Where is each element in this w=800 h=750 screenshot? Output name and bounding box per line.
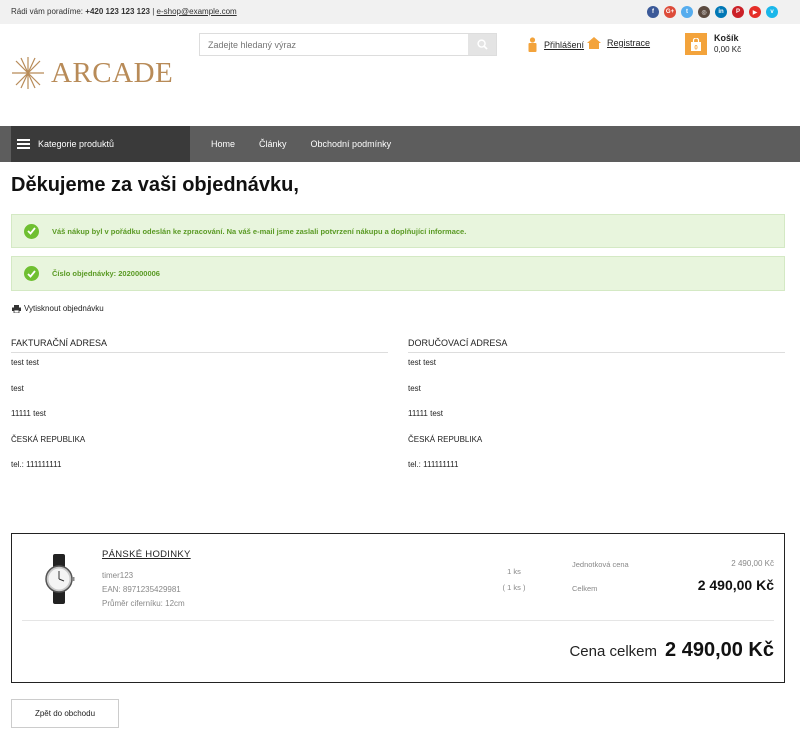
grand-total-label: Cena celkem bbox=[569, 643, 658, 660]
product-ean: EAN: 8971235429981 bbox=[102, 585, 181, 594]
register-link[interactable]: Registrace bbox=[587, 37, 650, 49]
cart-label: Košík bbox=[714, 33, 739, 43]
logo-text: ARCADE bbox=[51, 56, 174, 89]
phone-number: +420 123 123 123 bbox=[85, 7, 150, 16]
top-bar: Rádi vám poradíme: +420 123 123 123 | e-… bbox=[0, 0, 800, 24]
success-alert: Váš nákup byl v pořádku odeslán ke zprac… bbox=[11, 214, 785, 248]
social-links: f G+ t ◎ in P ▶ v bbox=[647, 6, 778, 18]
print-order-link[interactable]: Vytisknout objednávku bbox=[12, 304, 104, 313]
back-to-shop-button[interactable]: Zpět do obchodu bbox=[11, 699, 119, 728]
product-name-link[interactable]: PÁNSKÉ HODINKY bbox=[102, 549, 191, 560]
unit-price-label: Jednotková cena bbox=[572, 560, 629, 569]
billing-line: tel.: 111111111 bbox=[11, 460, 62, 469]
billing-line: test bbox=[11, 383, 24, 393]
advise-text: Rádi vám poradíme: bbox=[11, 7, 84, 16]
product-sku: timer123 bbox=[102, 571, 134, 580]
shipping-heading: DORUČOVACÍ ADRESA bbox=[408, 338, 785, 353]
search-button[interactable] bbox=[468, 34, 496, 55]
cart-text: Košík 0,00 Kč bbox=[714, 33, 741, 55]
product-image[interactable] bbox=[40, 554, 78, 604]
check-icon bbox=[24, 266, 39, 281]
grand-total-value: 2 490,00 Kč bbox=[665, 639, 774, 661]
instagram-icon[interactable]: ◎ bbox=[698, 6, 710, 18]
facebook-icon[interactable]: f bbox=[647, 6, 659, 18]
divider bbox=[22, 620, 774, 621]
site-logo[interactable]: ARCADE bbox=[11, 56, 173, 90]
pinterest-icon[interactable]: P bbox=[732, 6, 744, 18]
grand-total: Cena celkem 2 490,00 Kč bbox=[569, 639, 774, 662]
shipping-line: tel.: 111111111 bbox=[408, 460, 459, 469]
vimeo-icon[interactable]: v bbox=[766, 6, 778, 18]
google-plus-icon[interactable]: G+ bbox=[664, 6, 676, 18]
shipping-line: 11111 test bbox=[408, 409, 443, 418]
quantity-sub: ( 1 ks ) bbox=[502, 583, 526, 592]
billing-line: 11111 test bbox=[11, 409, 46, 418]
nav-link-articles[interactable]: Články bbox=[259, 139, 287, 149]
product-dial: Průměr ciferníku: 12cm bbox=[102, 599, 185, 608]
billing-heading: FAKTURAČNÍ ADRESA bbox=[11, 338, 388, 353]
categories-label: Kategorie produktů bbox=[38, 139, 115, 149]
nav-links: Home Články Obchodní podmínky bbox=[211, 126, 415, 162]
product-quantity: 1 ks ( 1 ks ) bbox=[492, 564, 536, 596]
nav-link-terms[interactable]: Obchodní podmínky bbox=[311, 139, 392, 149]
categories-button[interactable]: Kategorie produktů bbox=[11, 126, 190, 162]
search-icon bbox=[476, 39, 488, 50]
main-nav: Kategorie produktů Home Články Obchodní … bbox=[0, 126, 800, 162]
user-icon bbox=[528, 37, 537, 52]
print-label: Vytisknout objednávku bbox=[24, 304, 104, 313]
billing-line: test test bbox=[11, 358, 40, 367]
login-link[interactable]: Přihlášení bbox=[527, 37, 584, 52]
shipping-address: DORUČOVACÍ ADRESA test test test 11111 t… bbox=[408, 338, 785, 486]
page-title: Děkujeme za vaši objednávku, bbox=[11, 174, 299, 196]
alert-message: Váš nákup byl v pořádku odeslán ke zprac… bbox=[52, 226, 467, 236]
home-icon bbox=[587, 37, 601, 49]
order-number-alert: Číslo objednávky: 2020000006 bbox=[11, 256, 785, 291]
shipping-line: ČESKÁ REPUBLIKA bbox=[408, 434, 483, 444]
shipping-line: test bbox=[408, 383, 421, 393]
contact-separator: | bbox=[152, 7, 155, 16]
login-label: Přihlášení bbox=[544, 39, 585, 50]
twitter-icon[interactable]: t bbox=[681, 6, 693, 18]
email-link[interactable]: e-shop@example.com bbox=[157, 7, 237, 16]
product-meta: timer123 EAN: 8971235429981 Průměr cifer… bbox=[102, 569, 185, 611]
contact-info: Rádi vám poradíme: +420 123 123 123 | e-… bbox=[11, 7, 237, 16]
check-icon bbox=[24, 223, 39, 239]
youtube-icon[interactable]: ▶ bbox=[749, 6, 761, 18]
shopping-bag-icon: 0 bbox=[691, 37, 701, 51]
linkedin-icon[interactable]: in bbox=[715, 6, 727, 18]
search-input[interactable] bbox=[200, 34, 468, 55]
search-bar bbox=[199, 33, 497, 56]
billing-address: FAKTURAČNÍ ADRESA test test test 11111 t… bbox=[11, 338, 388, 486]
line-total-label: Celkem bbox=[572, 584, 598, 593]
order-number: Číslo objednávky: 2020000006 bbox=[52, 269, 160, 278]
quantity-value: 1 ks bbox=[507, 567, 521, 576]
register-label: Registrace bbox=[607, 38, 651, 48]
order-summary: PÁNSKÉ HODINKY timer123 EAN: 89712354299… bbox=[11, 533, 785, 683]
hamburger-icon bbox=[17, 139, 30, 149]
shipping-line: test test bbox=[408, 358, 437, 367]
nav-link-home[interactable]: Home bbox=[211, 139, 235, 149]
billing-line: ČESKÁ REPUBLIKA bbox=[11, 434, 86, 444]
line-total: 2 490,00 Kč bbox=[697, 577, 774, 593]
logo-star-icon bbox=[12, 57, 44, 89]
printer-icon bbox=[12, 304, 21, 313]
cart-widget[interactable]: 0 Košík 0,00 Kč bbox=[685, 33, 741, 55]
cart-bag: 0 bbox=[685, 33, 707, 55]
unit-price: 2 490,00 Kč bbox=[731, 559, 774, 568]
cart-total: 0,00 Kč bbox=[714, 45, 742, 54]
